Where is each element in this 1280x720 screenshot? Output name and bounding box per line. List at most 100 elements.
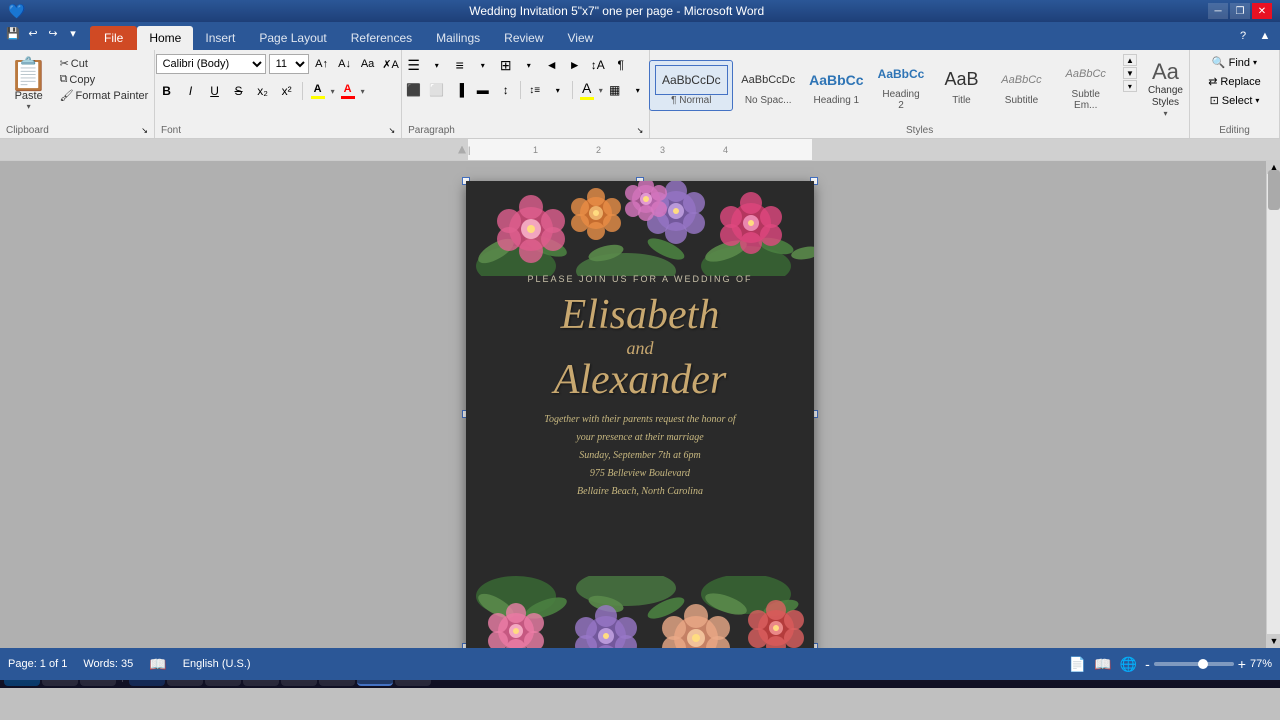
shading-button[interactable]: A bbox=[576, 79, 598, 101]
scroll-thumb[interactable] bbox=[1268, 170, 1280, 210]
tab-review[interactable]: Review bbox=[492, 26, 555, 50]
select-dropdown[interactable]: ▾ bbox=[1255, 96, 1259, 105]
tab-home[interactable]: Home bbox=[137, 26, 193, 50]
change-case-button[interactable]: Aa bbox=[358, 54, 378, 74]
highlight-color-button[interactable]: A bbox=[307, 80, 329, 102]
minimize-ribbon-btn[interactable]: ▲ bbox=[1256, 27, 1274, 45]
ruler: | 1 2 3 4 bbox=[0, 139, 1280, 161]
view-reading-btn[interactable]: 📖 bbox=[1094, 656, 1111, 673]
page-info: Page: 1 of 1 bbox=[8, 658, 67, 670]
save-quick-btn[interactable]: 💾 bbox=[4, 24, 22, 42]
customize-quick-btn[interactable]: ▾ bbox=[64, 24, 82, 42]
status-left: Page: 1 of 1 Words: 35 📖 English (U.S.) bbox=[8, 656, 251, 673]
zoom-slider-thumb[interactable] bbox=[1198, 659, 1208, 669]
find-dropdown[interactable]: ▾ bbox=[1253, 58, 1257, 67]
borders-button[interactable]: ▦ bbox=[604, 79, 626, 101]
style-no-spacing[interactable]: AaBbCcDc No Spac... bbox=[735, 60, 801, 111]
paste-button[interactable]: 📋 Paste ▾ bbox=[3, 54, 55, 115]
replace-button[interactable]: ⇄ Replace bbox=[1204, 73, 1265, 90]
style-heading1[interactable]: AaBbCc Heading 1 bbox=[803, 60, 869, 111]
tab-page-layout[interactable]: Page Layout bbox=[247, 26, 338, 50]
font-color-dropdown[interactable]: ▾ bbox=[361, 87, 365, 96]
style-title[interactable]: AaB Title bbox=[932, 60, 990, 111]
tab-references[interactable]: References bbox=[339, 26, 424, 50]
subscript-button[interactable]: x₂ bbox=[252, 80, 274, 102]
redo-quick-btn[interactable]: ↪ bbox=[44, 24, 62, 42]
change-styles-button[interactable]: Aa ChangeStyles ▾ bbox=[1141, 54, 1190, 123]
styles-scroll-up[interactable]: ▲ bbox=[1123, 54, 1137, 66]
scroll-down-btn[interactable]: ▼ bbox=[1267, 634, 1280, 648]
line-spacing-dropdown[interactable]: ▾ bbox=[547, 79, 569, 101]
justify-button[interactable]: ▬ bbox=[472, 79, 494, 101]
undo-quick-btn[interactable]: ↩ bbox=[24, 24, 42, 42]
bullets-dropdown[interactable]: ▾ bbox=[426, 54, 448, 76]
numbering-dropdown[interactable]: ▾ bbox=[472, 54, 494, 76]
editing-label[interactable]: Editing bbox=[1219, 123, 1250, 138]
styles-more[interactable]: ▾ bbox=[1123, 80, 1137, 92]
align-center-button[interactable]: ⬜ bbox=[426, 79, 448, 101]
shading-dropdown[interactable]: ▾ bbox=[599, 86, 603, 95]
view-normal-btn[interactable]: 📄 bbox=[1069, 656, 1086, 673]
font-expand-icon[interactable]: ↘ bbox=[388, 126, 395, 135]
format-painter-button[interactable]: 🖌 Format Painter bbox=[57, 88, 152, 103]
increase-indent-button[interactable]: ► bbox=[564, 54, 586, 76]
align-right-button[interactable]: ▐ bbox=[449, 79, 471, 101]
paragraph-label[interactable]: Paragraph bbox=[408, 123, 455, 138]
font-family-select[interactable]: Calibri (Body) bbox=[156, 54, 266, 74]
styles-scroll-down[interactable]: ▼ bbox=[1123, 67, 1137, 79]
style-subtle-em[interactable]: AaBbCc Subtle Em... bbox=[1052, 54, 1118, 116]
zoom-slider[interactable] bbox=[1154, 662, 1234, 666]
line-spacing-button[interactable]: ↕≡ bbox=[524, 79, 546, 101]
styles-label[interactable]: Styles bbox=[906, 123, 933, 138]
multilevel-button[interactable]: ⊞ bbox=[495, 54, 517, 76]
multilevel-dropdown[interactable]: ▾ bbox=[518, 54, 540, 76]
decrease-indent-button[interactable]: ◄ bbox=[541, 54, 563, 76]
sort-button[interactable]: ↕A bbox=[587, 54, 609, 76]
tab-mailings[interactable]: Mailings bbox=[424, 26, 492, 50]
bold-button[interactable]: B bbox=[156, 80, 178, 102]
minimize-button[interactable]: ─ bbox=[1208, 3, 1228, 19]
clipboard-expand-icon[interactable]: ↘ bbox=[141, 126, 148, 135]
font-label[interactable]: Font bbox=[161, 123, 181, 138]
style-normal[interactable]: AaBbCcDc ¶ Normal bbox=[649, 60, 733, 111]
font-color-button[interactable]: A bbox=[337, 80, 359, 102]
align-left-button[interactable]: ⬛ bbox=[403, 79, 425, 101]
bullets-button[interactable]: ☰ bbox=[403, 54, 425, 76]
shrink-font-button[interactable]: A↓ bbox=[335, 54, 355, 74]
spelling-icon: 📖 bbox=[149, 656, 166, 673]
close-button[interactable]: ✕ bbox=[1252, 3, 1272, 19]
grow-font-button[interactable]: A↑ bbox=[312, 54, 332, 74]
tab-insert[interactable]: Insert bbox=[193, 26, 247, 50]
page-wrapper: PLEASE JOIN US FOR A WEDDING OF Elisabet… bbox=[466, 181, 814, 647]
zoom-in-btn[interactable]: + bbox=[1238, 656, 1246, 672]
highlight-dropdown[interactable]: ▾ bbox=[331, 87, 335, 96]
cut-button[interactable]: ✂ Cut bbox=[57, 56, 152, 71]
paragraph-expand-icon[interactable]: ↘ bbox=[637, 126, 644, 135]
find-button[interactable]: 🔍 Find ▾ bbox=[1208, 54, 1261, 71]
underline-button[interactable]: U bbox=[204, 80, 226, 102]
help-btn[interactable]: ? bbox=[1234, 27, 1252, 45]
restore-button[interactable]: ❐ bbox=[1230, 3, 1250, 19]
style-subtitle[interactable]: AaBbCc Subtitle bbox=[992, 60, 1050, 111]
style-heading2[interactable]: AaBbCc Heading 2 bbox=[872, 54, 931, 116]
tab-file[interactable]: File bbox=[90, 26, 137, 50]
text-direction-button[interactable]: ↕ bbox=[495, 79, 517, 101]
show-formatting-button[interactable]: ¶ bbox=[610, 54, 632, 76]
editing-group: 🔍 Find ▾ ⇄ Replace ⊡ Select ▾ Editing bbox=[1190, 50, 1280, 138]
strikethrough-button[interactable]: S bbox=[228, 80, 250, 102]
clipboard-label[interactable]: Clipboard bbox=[6, 123, 49, 138]
clear-formatting-button[interactable]: ✗A bbox=[381, 54, 401, 74]
ruler-left-margin-indicator[interactable] bbox=[458, 146, 466, 154]
borders-dropdown[interactable]: ▾ bbox=[627, 79, 649, 101]
style-heading1-preview: AaBbCc bbox=[809, 65, 863, 95]
copy-button[interactable]: ⧉ Copy bbox=[57, 72, 152, 87]
view-web-btn[interactable]: 🌐 bbox=[1120, 656, 1137, 673]
tab-view[interactable]: View bbox=[556, 26, 606, 50]
vertical-scrollbar[interactable]: ▲ ▼ bbox=[1266, 160, 1280, 648]
font-size-select[interactable]: 11 bbox=[269, 54, 309, 74]
superscript-button[interactable]: x² bbox=[276, 80, 298, 102]
numbering-button[interactable]: ≡ bbox=[449, 54, 471, 76]
italic-button[interactable]: I bbox=[180, 80, 202, 102]
select-button[interactable]: ⊡ Select ▾ bbox=[1206, 92, 1264, 109]
zoom-out-btn[interactable]: - bbox=[1145, 656, 1150, 672]
